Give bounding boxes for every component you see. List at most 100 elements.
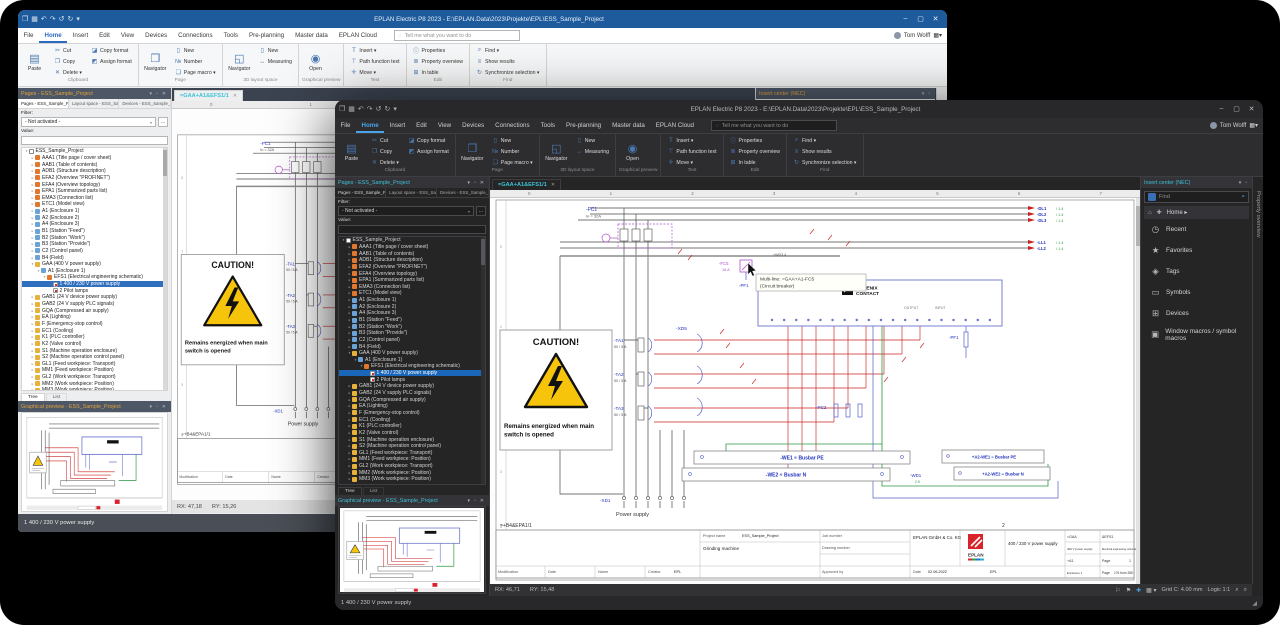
ribbon-tab[interactable]: Home bbox=[356, 118, 384, 133]
editor-tab[interactable]: =GAA+A1&EFS1/1✕ bbox=[492, 179, 561, 190]
ribbon-tab[interactable]: File bbox=[18, 28, 39, 43]
message-icon[interactable]: ⚑ bbox=[1126, 587, 1131, 594]
ribbon-button[interactable]: ↔Measuring bbox=[573, 146, 612, 157]
ribbon-tab[interactable]: Connections bbox=[490, 118, 535, 133]
undo-icon[interactable]: ↶ bbox=[41, 15, 47, 23]
tree-item[interactable]: ▸S1 (Machine operation enclosure) bbox=[22, 347, 167, 354]
redo-icon[interactable]: ↷ bbox=[367, 105, 373, 113]
ribbon-tab[interactable]: EPLAN Cloud bbox=[333, 28, 382, 43]
dock-tab[interactable]: Layout space - ESS_Sa... bbox=[69, 99, 119, 108]
insert-center-item[interactable]: ◈Tags bbox=[1141, 261, 1252, 282]
ribbon-button[interactable]: ⊞In table bbox=[410, 67, 467, 78]
ribbon-button[interactable]: TInsert ▾ bbox=[664, 135, 719, 146]
schematic-page[interactable] bbox=[496, 200, 1139, 580]
tree-item[interactable]: ▸EA (Lighting) bbox=[339, 403, 485, 410]
undo-list-icon[interactable]: ↺ bbox=[376, 105, 382, 113]
redo-list-icon[interactable]: ↻ bbox=[68, 15, 74, 23]
tree-item[interactable]: ▸B3 (Station "Provide") bbox=[339, 330, 485, 337]
ribbon-button[interactable]: ⌕Find ▾ bbox=[790, 135, 860, 146]
ribbon-tab[interactable]: Tools bbox=[218, 28, 243, 43]
tree-item[interactable]: ▸GQA (Compressed air supply) bbox=[339, 396, 485, 403]
tree-item[interactable]: ▸F (Emergency-stop control) bbox=[22, 321, 167, 328]
tree-item[interactable]: ▸EFA4 (Overview topology) bbox=[22, 181, 167, 188]
tree-item[interactable]: 2 Pilot lamps bbox=[22, 287, 167, 294]
dock-tab[interactable]: Layout space - ESS_Sa... bbox=[386, 188, 437, 197]
tree-item[interactable]: ▸K2 (Valve control) bbox=[22, 341, 167, 348]
property-overview-tab[interactable]: Property overview bbox=[1252, 177, 1263, 584]
ribbon-tab[interactable]: File bbox=[335, 118, 356, 133]
tree-item[interactable]: ▸MM3 (Work workpiece: Position) bbox=[339, 476, 485, 483]
ribbon-button[interactable]: ◱Navigator bbox=[543, 135, 570, 168]
insert-center-item[interactable]: ★Favorites bbox=[1141, 240, 1252, 261]
ribbon-tab[interactable]: Insert bbox=[67, 28, 93, 43]
tree-item[interactable]: ▸EPA1 (Summarized parts list) bbox=[22, 188, 167, 195]
tree-item[interactable]: ▸MM1 (Feed workpiece: Position) bbox=[339, 456, 485, 463]
ribbon-button[interactable]: TInsert ▾ bbox=[347, 45, 402, 56]
customize-qat-icon[interactable]: ▾ bbox=[393, 105, 397, 113]
ribbon-tab[interactable]: View bbox=[432, 118, 456, 133]
undo-list-icon[interactable]: ↺ bbox=[59, 15, 65, 23]
tree-list-tab[interactable]: List bbox=[46, 393, 67, 401]
open-icon[interactable]: ▦ bbox=[31, 15, 38, 23]
ribbon-button[interactable]: ▯New bbox=[172, 45, 219, 56]
tree-item[interactable]: ▸EC1 (Cooling) bbox=[22, 327, 167, 334]
ribbon-button[interactable]: ⊞In table bbox=[727, 157, 784, 168]
ribbon-button[interactable]: ❐Navigator bbox=[142, 45, 169, 78]
tree-item[interactable]: ▾EFS1 (Electrical engineering schematic) bbox=[22, 274, 167, 281]
tree-item[interactable]: ▸B1 (Station "Feed") bbox=[22, 228, 167, 235]
tree-item[interactable]: ▸A2 (Enclosure 2) bbox=[22, 214, 167, 221]
tree-item[interactable]: ▸C2 (Control panel) bbox=[339, 337, 485, 344]
tree-item[interactable]: ▾ESS_Sample_Project bbox=[22, 148, 167, 155]
ribbon-button[interactable]: ⓘProperties bbox=[410, 45, 467, 56]
resize-grip-icon[interactable]: ◢ bbox=[1252, 600, 1257, 607]
ribbon-tab[interactable]: Pre-planning bbox=[561, 118, 607, 133]
tree-item[interactable]: ▸B2 (Station "Work") bbox=[339, 323, 485, 330]
maximize-button[interactable]: ▢ bbox=[913, 15, 928, 23]
ribbon-button[interactable]: №Number bbox=[172, 56, 219, 67]
ribbon-button[interactable]: ◉Open bbox=[619, 135, 646, 168]
tree-item[interactable]: ▾GAA (400 V power supply) bbox=[339, 350, 485, 357]
close-icon[interactable]: ✕ bbox=[478, 498, 486, 504]
ribbon-button[interactable]: ❐Copy bbox=[368, 146, 402, 157]
tree-item[interactable]: ▸ETC1 (Model view) bbox=[339, 290, 485, 297]
ribbon-button[interactable]: ≡Show results bbox=[790, 146, 860, 157]
tree-item[interactable]: ▸B4 (Field) bbox=[339, 343, 485, 350]
ribbon-button[interactable]: ◪Copy format bbox=[88, 45, 135, 56]
ribbon-button[interactable]: ✕Delete ▾ bbox=[368, 157, 402, 168]
tree-item[interactable]: ▸EFA2 (Overview "PROFINET") bbox=[339, 264, 485, 271]
dock-tab[interactable]: Devices - ESS_Sample_... bbox=[119, 99, 171, 108]
dock-tab[interactable]: Pages - ESS_Sample_P... bbox=[335, 188, 386, 197]
ribbon-button[interactable]: ✂Cut bbox=[368, 135, 402, 146]
ribbon-button[interactable]: ❐Navigator bbox=[459, 135, 486, 168]
tree-item[interactable]: ▸EPA1 (Summarized parts list) bbox=[339, 277, 485, 284]
ribbon-button[interactable]: ▤Paste bbox=[338, 135, 365, 168]
insert-center-item[interactable]: ⊞Devices bbox=[1141, 303, 1252, 324]
tree-item[interactable]: ▸GAB2 (24 V supply PLC signals) bbox=[22, 301, 167, 308]
new-icon[interactable]: ❐ bbox=[22, 15, 28, 23]
tree-item[interactable]: ▸K1 (PLC controller) bbox=[339, 423, 485, 430]
tree-list-tab[interactable]: List bbox=[363, 487, 384, 495]
open-icon[interactable]: ▦ bbox=[348, 105, 355, 113]
schematic-canvas[interactable] bbox=[490, 198, 1140, 584]
tree-item[interactable]: ▸GAB1 (24 V device power supply) bbox=[22, 294, 167, 301]
ribbon-button[interactable]: ▯New bbox=[573, 135, 612, 146]
pin-icon[interactable]: ▫ bbox=[1243, 180, 1249, 186]
tree-scrollbar[interactable] bbox=[163, 148, 167, 390]
ribbon-button[interactable]: ✛Move ▾ bbox=[347, 67, 402, 78]
redo-icon[interactable]: ↷ bbox=[50, 15, 56, 23]
ribbon-tab[interactable]: Edit bbox=[411, 118, 433, 133]
tree-item[interactable]: ▸EMA3 (Connection list) bbox=[22, 194, 167, 201]
ribbon-tab[interactable]: Edit bbox=[94, 28, 116, 43]
pin-icon[interactable]: ▫ bbox=[926, 91, 932, 97]
ribbon-button[interactable]: ◱Navigator bbox=[226, 45, 253, 78]
ribbon-button[interactable]: ◪Copy format bbox=[405, 135, 452, 146]
zoom-out-icon[interactable]: ⌕ bbox=[1235, 587, 1238, 594]
ribbon-tab[interactable]: EPLAN Cloud bbox=[650, 118, 699, 133]
tree-item[interactable]: ▸GQA (Compressed air supply) bbox=[22, 307, 167, 314]
graphical-preview[interactable] bbox=[338, 506, 486, 594]
minimize-button[interactable]: – bbox=[1214, 105, 1229, 113]
add-icon[interactable]: ✚ bbox=[1157, 209, 1162, 216]
tree-item[interactable]: ▸GL1 (Feed workpiece: Transport) bbox=[22, 361, 167, 368]
ribbon-tab[interactable]: View bbox=[115, 28, 139, 43]
ribbon-button[interactable]: ⌕Find ▾ bbox=[473, 45, 543, 56]
